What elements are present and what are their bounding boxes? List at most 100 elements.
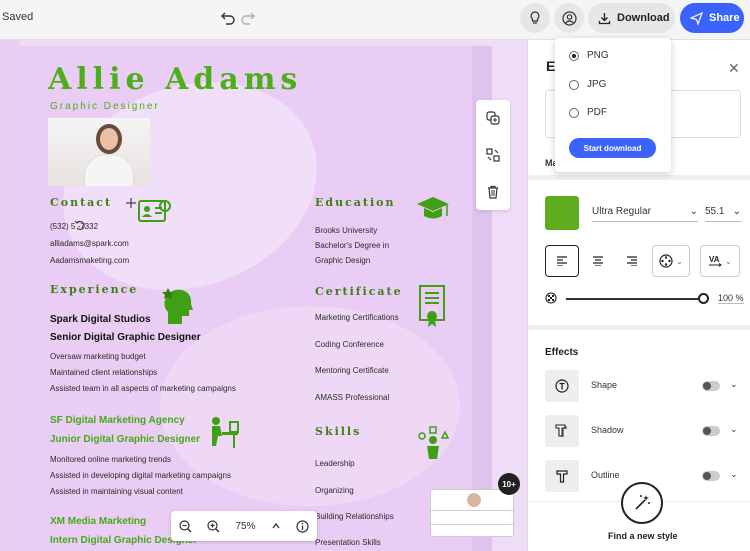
resume-page[interactable]: Allie Adams Graphic Designer Contact (53… xyxy=(20,46,472,551)
format-option-jpg[interactable]: JPG xyxy=(569,79,606,90)
skill-4[interactable]: Presentation Skills xyxy=(315,538,381,547)
color-swatch[interactable] xyxy=(545,196,579,230)
info-icon[interactable] xyxy=(296,519,309,533)
new-style-bar: Find a new style xyxy=(528,482,750,551)
experience-heading[interactable]: Experience xyxy=(50,283,138,296)
format-label-png: PNG xyxy=(587,50,609,61)
align-left-icon xyxy=(557,256,567,266)
education-line-2[interactable]: Bachelor's Degree in xyxy=(315,241,389,250)
spacing-button[interactable]: VA ⌄ xyxy=(700,245,740,277)
cert-3[interactable]: Mentoring Certificate xyxy=(315,366,389,375)
effect-shadow[interactable]: Shadow ⌄ xyxy=(545,415,741,447)
job-3-company[interactable]: XM Media Marketing xyxy=(50,516,146,527)
effects-heading: Effects xyxy=(545,347,579,358)
start-download-button[interactable]: Start download xyxy=(569,138,656,158)
text-style-button[interactable]: ⌄ xyxy=(652,245,690,277)
download-icon xyxy=(598,12,611,24)
share-button[interactable]: Share xyxy=(680,3,744,33)
contact-site[interactable]: Aadamsmaketing.com xyxy=(50,256,129,265)
cert-1[interactable]: Marketing Certifications xyxy=(315,313,399,322)
contact-phone[interactable]: (532) 5 -7332 xyxy=(50,222,98,231)
trash-icon[interactable] xyxy=(486,185,500,199)
cert-2[interactable]: Coding Conference xyxy=(315,340,384,349)
certificate-heading[interactable]: Certificate xyxy=(315,285,403,298)
letter-spacing-icon: VA xyxy=(709,255,722,267)
desk-worker-icon xyxy=(212,417,239,448)
skill-3[interactable]: Building Relationships xyxy=(315,512,394,521)
chevron-up-icon[interactable] xyxy=(271,521,281,531)
zoom-in-icon[interactable] xyxy=(207,519,220,533)
job-2-bullet-3[interactable]: Assisted in maintaining visual content xyxy=(50,487,183,496)
contact-email[interactable]: alliadams@spark.com xyxy=(50,239,129,248)
account-button[interactable] xyxy=(554,3,584,33)
graduation-cap-icon xyxy=(417,197,449,219)
job-2-bullet-1[interactable]: Monitored online marketing trends xyxy=(50,455,171,464)
job-2-company[interactable]: SF Digital Marketing Agency xyxy=(50,415,185,426)
style-dots-icon xyxy=(659,254,673,268)
chevron-down-icon[interactable]: ⌄ xyxy=(730,469,738,480)
opacity-slider[interactable] xyxy=(566,298,704,300)
job-2-bullet-2[interactable]: Assisted in developing digital marketing… xyxy=(50,471,231,480)
skill-1[interactable]: Leadership xyxy=(315,459,355,468)
download-button[interactable]: Download xyxy=(588,3,675,33)
download-label: Download xyxy=(617,12,670,24)
chevron-down-icon: ⌄ xyxy=(689,206,698,217)
shape-toggle[interactable] xyxy=(702,381,720,391)
chevron-down-icon[interactable]: ⌄ xyxy=(730,379,738,390)
chevron-down-icon[interactable]: ⌄ xyxy=(730,424,738,435)
job-1-company[interactable]: Spark Digital Studios xyxy=(50,314,151,325)
shadow-toggle[interactable] xyxy=(702,426,720,436)
lightbulb-icon xyxy=(530,11,540,24)
font-size-dropdown[interactable]: 55.1 ⌄ xyxy=(705,206,741,222)
job-1-bullet-2[interactable]: Maintained client relationships xyxy=(50,368,157,377)
profile-photo[interactable] xyxy=(48,118,150,186)
zoom-out-icon[interactable] xyxy=(179,519,192,533)
page-tools xyxy=(476,100,510,210)
education-line-3[interactable]: Graphic Design xyxy=(315,256,370,265)
move-handle-icon[interactable] xyxy=(125,197,137,209)
format-label-jpg: JPG xyxy=(587,79,607,90)
contact-heading[interactable]: Contact xyxy=(50,196,112,209)
redo-icon[interactable] xyxy=(240,9,256,25)
resume-role[interactable]: Graphic Designer xyxy=(50,101,160,112)
align-right-button[interactable] xyxy=(620,245,644,277)
job-1-bullet-1[interactable]: Oversaw marketing budget xyxy=(50,352,146,361)
close-icon[interactable]: ✕ xyxy=(728,60,740,77)
arrange-icon[interactable] xyxy=(486,148,500,162)
magic-wand-icon[interactable] xyxy=(621,482,663,524)
page-count-badge[interactable]: 10+ xyxy=(498,473,520,495)
radio-selected-icon xyxy=(569,50,579,61)
effect-shape[interactable]: Shape ⌄ xyxy=(545,370,741,402)
opacity-value[interactable]: 100 % xyxy=(718,293,744,304)
chevron-down-icon: ⌄ xyxy=(725,256,732,266)
skills-heading[interactable]: Skills xyxy=(315,425,361,438)
resume-name[interactable]: Allie Adams xyxy=(48,62,302,97)
duplicate-icon[interactable] xyxy=(486,111,500,125)
font-size-value: 55.1 xyxy=(705,206,725,217)
cert-4[interactable]: AMASS Professional xyxy=(315,393,389,402)
format-option-png[interactable]: PNG xyxy=(569,50,609,61)
education-heading[interactable]: Education xyxy=(315,196,396,209)
skill-2[interactable]: Organizing xyxy=(315,486,354,495)
align-center-icon xyxy=(593,256,603,266)
undo-icon[interactable] xyxy=(220,9,236,25)
save-status: Saved xyxy=(2,11,34,23)
job-1-bullet-3[interactable]: Assisted team in all aspects of marketin… xyxy=(50,384,236,393)
education-line-1[interactable]: Brooks University xyxy=(315,226,377,235)
outline-icon xyxy=(545,460,579,492)
juggling-person-icon xyxy=(418,426,450,459)
align-left-button[interactable] xyxy=(545,245,579,277)
align-center-button[interactable] xyxy=(586,245,610,277)
find-new-style-label[interactable]: Find a new style xyxy=(608,531,678,541)
job-2-title[interactable]: Junior Digital Graphic Designer xyxy=(50,434,200,445)
head-star-icon xyxy=(162,288,193,324)
outline-toggle[interactable] xyxy=(702,471,720,481)
zoom-value[interactable]: 75% xyxy=(235,521,255,532)
job-1-title[interactable]: Senior Digital Graphic Designer xyxy=(50,332,201,343)
opacity-slider-thumb[interactable] xyxy=(698,293,709,304)
shape-icon xyxy=(545,370,579,402)
font-dropdown[interactable]: Ultra Regular ⌄ xyxy=(592,206,698,222)
ideas-button[interactable] xyxy=(520,3,550,33)
format-option-pdf[interactable]: PDF xyxy=(569,107,607,118)
page-thumbnails[interactable] xyxy=(430,485,514,541)
